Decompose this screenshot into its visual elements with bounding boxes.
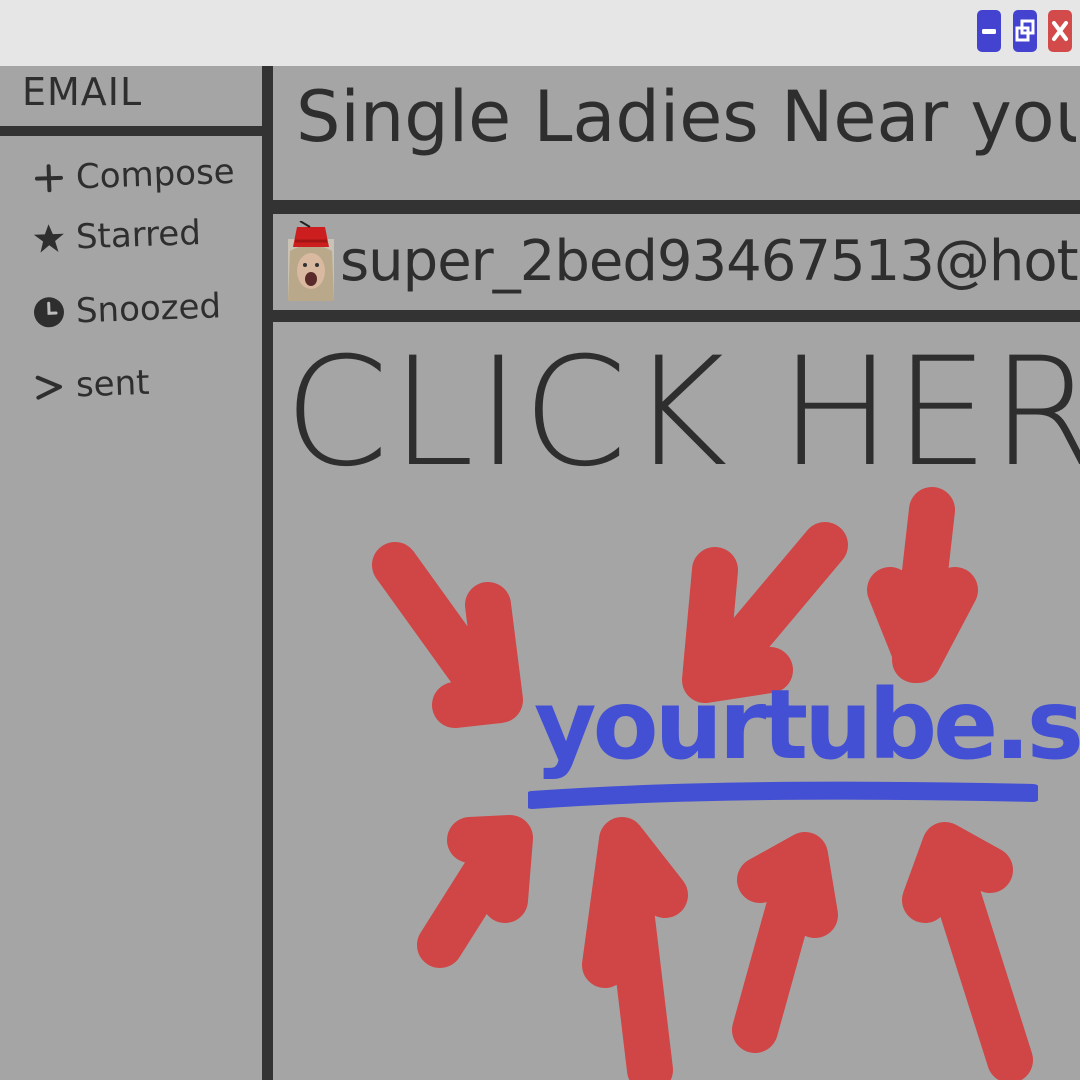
email-subject: Single Ladies Near you! xyxy=(296,76,1076,158)
sidebar-divider xyxy=(262,66,273,1080)
sidebar-item-sent[interactable]: sent xyxy=(27,358,150,412)
subject-divider xyxy=(268,200,1080,214)
maximize-button[interactable] xyxy=(1013,10,1037,52)
arrow-icon xyxy=(867,487,978,683)
sidebar-item-starred[interactable]: Starred xyxy=(27,208,202,264)
title-bar xyxy=(0,0,1080,66)
arrow-icon xyxy=(902,822,1033,1080)
sidebar-item-label: sent xyxy=(75,362,151,406)
arrow-icon xyxy=(732,832,838,1053)
sidebar-item-label: Starred xyxy=(75,212,202,258)
email-window: EMAIL Compose Starred Snoozed sent Singl… xyxy=(0,0,1080,1080)
maximize-icon xyxy=(1015,19,1035,42)
spam-link[interactable]: yourtube.site xyxy=(528,668,1080,818)
avatar xyxy=(288,221,334,301)
sidebar-header-divider xyxy=(0,126,268,136)
minimize-icon xyxy=(982,29,996,34)
clock-icon xyxy=(27,291,70,334)
arrow-icon xyxy=(682,522,848,703)
sidebar-item-snoozed[interactable]: Snoozed xyxy=(27,281,222,338)
sender-row[interactable]: super_2bed93467513@hotmail.c xyxy=(288,218,1080,304)
app-title: EMAIL xyxy=(22,70,143,114)
chevron-right-icon xyxy=(27,365,70,408)
arrow-icon xyxy=(372,542,523,728)
close-button[interactable] xyxy=(1048,10,1072,52)
sender-email: super_2bed93467513@hotmail.c xyxy=(340,228,1080,294)
star-icon xyxy=(27,217,70,260)
link-underline xyxy=(528,781,1038,809)
sender-divider xyxy=(268,310,1080,322)
sidebar-item-compose[interactable]: Compose xyxy=(27,147,235,204)
sidebar-item-label: Compose xyxy=(75,151,236,198)
body-heading: CLICK HERE xyxy=(284,326,1080,500)
close-icon xyxy=(1052,21,1068,41)
sidebar-item-label: Snoozed xyxy=(75,286,222,332)
arrow-icon xyxy=(582,817,688,1080)
arrow-icon xyxy=(417,815,533,968)
plus-icon xyxy=(27,157,70,200)
minimize-button[interactable] xyxy=(977,10,1001,52)
